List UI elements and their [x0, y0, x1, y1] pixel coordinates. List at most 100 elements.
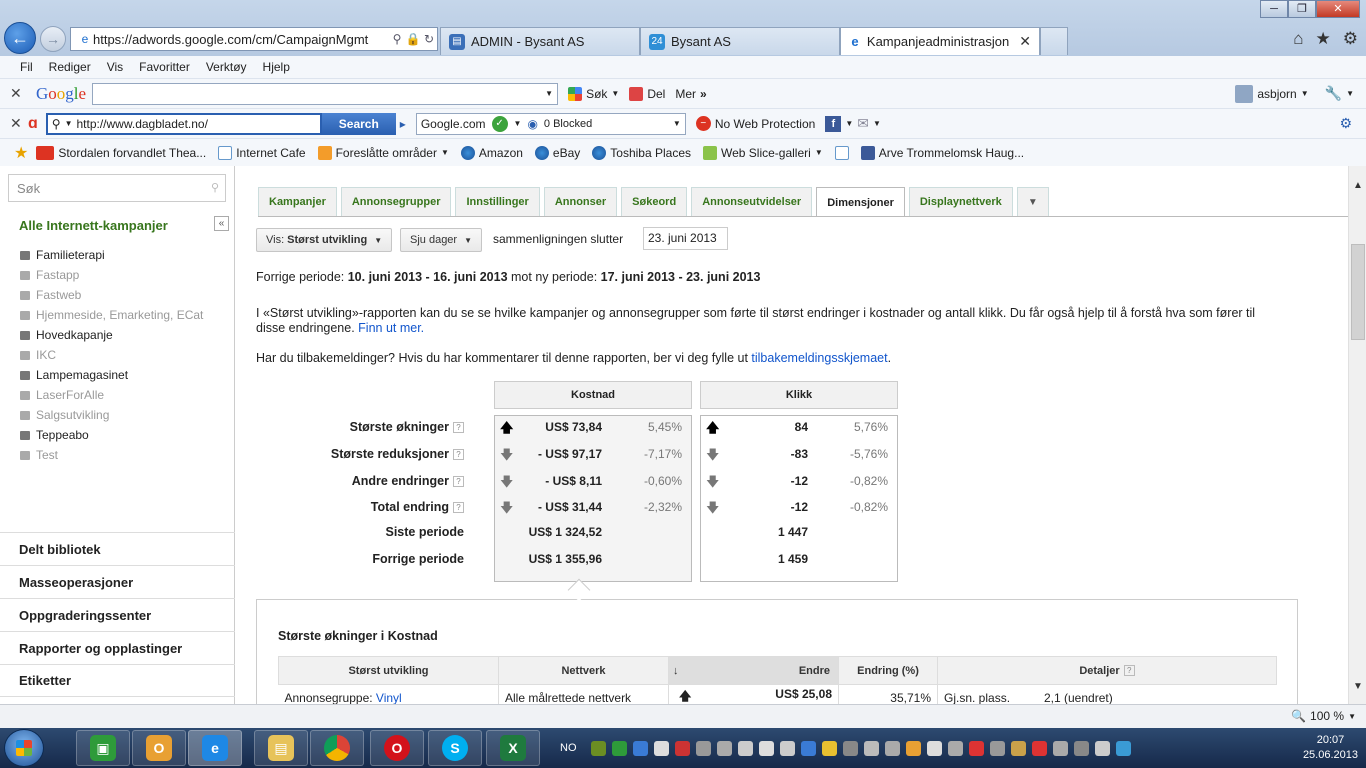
google-sok-button[interactable]: Søk ▼: [568, 86, 619, 101]
campaign-list-item[interactable]: Fastweb: [20, 285, 203, 305]
expand-icon[interactable]: ▸: [400, 117, 406, 131]
campaign-list-item[interactable]: Teppeabo: [20, 425, 203, 445]
campaign-list-item[interactable]: LaserForAlle: [20, 385, 203, 405]
tray-icon[interactable]: [632, 740, 648, 756]
tray-icon[interactable]: [737, 740, 753, 756]
scrollbar-thumb[interactable]: [1351, 244, 1365, 340]
forward-button[interactable]: →: [40, 26, 66, 52]
taskbar-app-explorer[interactable]: ▤: [254, 730, 308, 766]
collapse-sidebar-button[interactable]: «: [214, 216, 229, 231]
favorite-link[interactable]: Toshiba Places: [592, 145, 691, 160]
favorite-link[interactable]: Foreslåtte områder ▼: [317, 145, 449, 160]
tab-innstillinger[interactable]: Innstillinger: [455, 187, 540, 216]
tray-icon[interactable]: [926, 740, 942, 756]
campaign-list-item[interactable]: Familieterapi: [20, 245, 203, 265]
tray-icon[interactable]: [821, 740, 837, 756]
period-select[interactable]: Sju dager ▼: [400, 228, 483, 252]
tray-icon[interactable]: [968, 740, 984, 756]
chevron-down-icon[interactable]: ▼: [545, 89, 553, 98]
sidebar-search-input[interactable]: Søk ⚲: [8, 174, 226, 202]
tray-icon[interactable]: [653, 740, 669, 756]
taskbar-app-outlook[interactable]: O: [132, 730, 186, 766]
menu-verktoy[interactable]: Verktøy: [206, 60, 247, 74]
scroll-up-icon[interactable]: ▲: [1353, 180, 1363, 191]
help-icon[interactable]: ?: [1123, 664, 1135, 676]
tab-annonsegrupper[interactable]: Annonsegrupper: [340, 187, 452, 216]
mail-icon[interactable]: ✉: [857, 115, 869, 132]
favorite-link[interactable]: eBay: [534, 145, 580, 160]
close-window-button[interactable]: ✕: [1316, 0, 1360, 18]
taskbar-app-green[interactable]: ▣: [76, 730, 130, 766]
lock-icon[interactable]: 🔒: [405, 32, 421, 46]
tray-icon[interactable]: [800, 740, 816, 756]
home-icon[interactable]: ⌂: [1293, 29, 1303, 49]
facebook-button[interactable]: f ▼ ✉ ▼: [825, 115, 881, 132]
tab-annonseutvidelser[interactable]: Annonseutvidelser: [691, 187, 813, 216]
help-icon[interactable]: ?: [453, 449, 464, 460]
menu-favoritter[interactable]: Favoritter: [139, 60, 190, 74]
campaign-list-item[interactable]: Fastapp: [20, 265, 203, 285]
close-toolbar-icon[interactable]: ✕: [10, 115, 28, 132]
tray-icon[interactable]: [884, 740, 900, 756]
sidebar-item-etiketter[interactable]: Etiketter: [0, 664, 235, 697]
favorite-link[interactable]: Web Slice-galleri ▼: [703, 145, 823, 160]
tray-icon[interactable]: [674, 740, 690, 756]
page-scrollbar[interactable]: ▲ ▼: [1348, 166, 1366, 704]
favorite-link[interactable]: Internet Cafe: [218, 145, 306, 160]
user-account[interactable]: asbjorn ▼ 🔧 ▼: [1235, 84, 1354, 103]
sidebar-item-rapporter[interactable]: Rapporter og opplastinger: [0, 631, 235, 664]
favorites-star-icon[interactable]: ★: [14, 143, 28, 163]
tab-dimensjoner[interactable]: Dimensjoner: [816, 187, 905, 217]
tray-icon[interactable]: [716, 740, 732, 756]
new-tab-button[interactable]: [1040, 27, 1068, 55]
sidebar-item-masseoperasjoner[interactable]: Masseoperasjoner: [0, 565, 235, 598]
menu-rediger[interactable]: Rediger: [49, 60, 91, 74]
taskbar-app-chrome[interactable]: [310, 730, 364, 766]
taskbar-app-skype[interactable]: S: [428, 730, 482, 766]
more-tabs-button[interactable]: ▼: [1016, 187, 1049, 216]
maximize-button[interactable]: ❐: [1288, 0, 1316, 18]
avira-search-button[interactable]: Search: [321, 112, 396, 135]
taskbar-app-opera[interactable]: O: [370, 730, 424, 766]
favorites-star-icon[interactable]: ★: [1316, 29, 1331, 49]
tab-admin[interactable]: ▤ ADMIN - Bysant AS: [440, 27, 640, 55]
tray-icon[interactable]: [863, 740, 879, 756]
favorite-link[interactable]: Amazon: [460, 145, 523, 160]
tray-icon[interactable]: [779, 740, 795, 756]
campaign-list-item[interactable]: Salgsutvikling: [20, 405, 203, 425]
minimize-button[interactable]: ─: [1260, 0, 1288, 18]
sidebar-title[interactable]: Alle Internett-kampanjer: [19, 218, 168, 233]
learn-more-link[interactable]: Finn ut mer.: [358, 321, 424, 335]
favorite-link[interactable]: Arve Trommelomsk Haug...: [860, 145, 1024, 160]
address-bar[interactable]: e https://adwords.google.com/cm/Campaign…: [70, 27, 438, 51]
avira-search-input[interactable]: ⚲ ▼ http://www.dagbladet.no/: [45, 112, 322, 135]
campaign-list-item[interactable]: Lampemagasinet: [20, 365, 203, 385]
campaign-list-item[interactable]: Hjemmeside, Emarketing, ECat: [20, 305, 203, 325]
tray-icon[interactable]: [590, 740, 606, 756]
campaign-list-item[interactable]: Hovedkapanje: [20, 325, 203, 345]
google-share-button[interactable]: Del: [629, 86, 665, 101]
zoom-control[interactable]: 🔍 100 % ▼: [1291, 709, 1356, 723]
menu-vis[interactable]: Vis: [107, 60, 123, 74]
help-icon[interactable]: ?: [453, 502, 464, 513]
col-header-storst-utvikling[interactable]: Størst utvikling: [278, 656, 499, 685]
ad-group-link[interactable]: Vinyl: [376, 691, 402, 704]
scroll-down-icon[interactable]: ▼: [1353, 681, 1363, 692]
google-search-input[interactable]: ▼: [92, 82, 559, 105]
taskbar-app-excel[interactable]: X: [486, 730, 540, 766]
language-indicator[interactable]: NO: [560, 742, 577, 754]
tray-icon[interactable]: [905, 740, 921, 756]
tray-icon[interactable]: [1073, 740, 1089, 756]
wrench-icon[interactable]: 🔧: [1325, 85, 1342, 102]
tray-icon[interactable]: [1052, 740, 1068, 756]
menu-fil[interactable]: Fil: [20, 60, 33, 74]
close-tab-icon[interactable]: ✕: [1009, 33, 1031, 50]
sidebar-item-oppgraderingssenter[interactable]: Oppgraderingssenter: [0, 598, 235, 631]
col-header-detaljer[interactable]: Detaljer?: [937, 656, 1277, 685]
gear-icon[interactable]: ⚙: [1343, 29, 1358, 49]
tray-icon[interactable]: [842, 740, 858, 756]
col-header-endring-pct[interactable]: Endring (%): [838, 656, 938, 685]
tab-bysant[interactable]: 24 Bysant AS: [640, 27, 840, 55]
start-button[interactable]: [4, 729, 44, 767]
tab-kampanjeadministrasjon[interactable]: e Kampanjeadministrasjon ✕: [840, 27, 1040, 55]
